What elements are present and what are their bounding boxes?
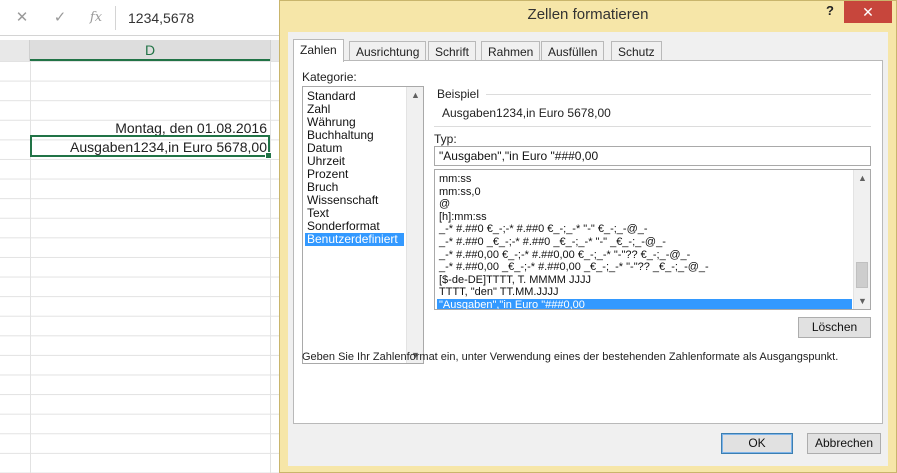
scroll-up-icon[interactable]: ▲: [854, 170, 870, 186]
cancel-button[interactable]: Abbrechen: [807, 433, 881, 454]
grid-column-line: [30, 61, 31, 473]
tab-ausfuellen[interactable]: Ausfüllen: [541, 41, 605, 61]
scroll-down-icon[interactable]: ▼: [854, 293, 870, 309]
close-button[interactable]: ✕: [844, 1, 892, 23]
tab-zahlen[interactable]: Zahlen: [293, 39, 344, 62]
scroll-up-icon[interactable]: ▲: [407, 87, 423, 103]
delete-button[interactable]: Löschen: [798, 317, 871, 338]
help-button[interactable]: ?: [821, 3, 839, 21]
column-header-c[interactable]: [0, 40, 30, 61]
ok-button[interactable]: OK: [721, 433, 793, 454]
close-icon[interactable]: ✕: [12, 9, 32, 27]
cell-d6[interactable]: Montag, den 01.08.2016: [115, 120, 267, 136]
format-item[interactable]: mm:ss,0: [437, 186, 852, 199]
format-cells-dialog: Zellen formatieren ? ✕ Zahlen Ausrichtun…: [279, 0, 897, 473]
format-item[interactable]: _-* #.##0 _€_-;-* #.##0 _€_-;_-* "-" _€_…: [437, 236, 852, 249]
format-scrollbar[interactable]: ▲ ▼: [853, 170, 870, 309]
category-label: Kategorie:: [302, 70, 357, 84]
close-icon: ✕: [862, 4, 874, 20]
format-item[interactable]: _-* #.##0,00 _€_-;-* #.##0,00 _€_-;_-* "…: [437, 261, 852, 274]
format-item[interactable]: mm:ss: [437, 173, 852, 186]
tab-ausrichtung[interactable]: Ausrichtung: [349, 41, 427, 61]
sample-label: Beispiel: [437, 87, 480, 101]
function-icon[interactable]: fx: [86, 9, 106, 27]
dialog-body: Zahlen Ausrichtung Schrift Rahmen Ausfül…: [288, 32, 888, 466]
format-item[interactable]: [$-de-DE]TTTT, T. MMMM JJJJ: [437, 274, 852, 287]
check-icon[interactable]: ✓: [50, 9, 70, 27]
type-label: Typ:: [434, 132, 457, 146]
format-item[interactable]: [h]:mm:ss: [437, 211, 852, 224]
sample-group-line: [434, 126, 871, 127]
format-item[interactable]: TTTT, "den" TT.MM.JJJJ: [437, 286, 852, 299]
format-item[interactable]: _-* #.##0,00 €_-;-* #.##0,00 €_-;_-* "-"…: [437, 249, 852, 262]
category-list[interactable]: Standard Zahl Währung Buchhaltung Datum Uhrze…: [302, 86, 424, 364]
formula-bar-divider: [115, 6, 116, 30]
tab-schutz[interactable]: Schutz: [611, 41, 662, 61]
column-header-d[interactable]: D: [30, 40, 270, 61]
grid-column-line: [270, 61, 271, 473]
format-list[interactable]: mm:ss mm:ss,0 @ [h]:mm:ss _-* #.##0 €_-;-* #…: [434, 169, 871, 310]
format-item[interactable]: _-* #.##0 €_-;-* #.##0 €_-;_-* "-" €_-;_…: [437, 223, 852, 236]
category-item[interactable]: Benutzerdefiniert: [305, 233, 404, 246]
tab-schrift[interactable]: Schrift: [428, 41, 477, 61]
hint-text: Geben Sie Ihr Zahlenformat ein, unter Ve…: [302, 351, 839, 363]
sample-value: Ausgaben1234,in Euro 5678,00: [442, 106, 611, 120]
cell-d7[interactable]: Ausgaben1234,in Euro 5678,00: [70, 139, 267, 155]
format-item[interactable]: @: [437, 198, 852, 211]
tab-rahmen[interactable]: Rahmen: [481, 41, 541, 61]
sample-group-line: [486, 94, 871, 95]
dialog-title: Zellen formatieren: [527, 6, 649, 23]
type-input[interactable]: "Ausgaben","in Euro "###0,00: [434, 146, 871, 166]
scroll-thumb[interactable]: [856, 262, 868, 288]
tab-panel-zahlen: Kategorie: Standard Zahl Währung Buchhaltun…: [293, 60, 883, 424]
format-item[interactable]: "Ausgaben","in Euro "###0,00: [437, 299, 852, 309]
formula-input[interactable]: 1234,5678: [128, 10, 194, 26]
category-scrollbar[interactable]: ▲ ▼: [406, 87, 423, 363]
